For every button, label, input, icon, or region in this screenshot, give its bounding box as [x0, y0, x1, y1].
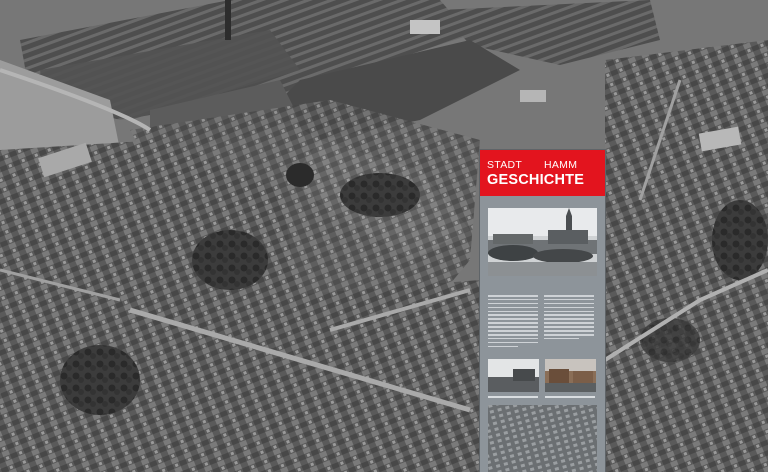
board-small-photo-right: [545, 359, 596, 392]
board-header-stadt: STADT: [487, 159, 523, 171]
board-main-photo: [488, 208, 597, 276]
board-text-left: [488, 295, 538, 349]
board-bottom-photo: [488, 405, 597, 472]
aerial-photograph: [0, 0, 768, 472]
board-caption-line: [488, 396, 538, 398]
board-small-photo-left: [488, 359, 539, 392]
board-header: STADT HAMM GESCHICHTE: [480, 150, 605, 196]
info-board: STADT HAMM GESCHICHTE: [480, 150, 605, 472]
board-caption-line: [545, 396, 595, 398]
board-header-hamm: HAMM: [544, 159, 578, 171]
board-title: GESCHICHTE: [487, 172, 585, 188]
board-text-right: [544, 295, 594, 342]
